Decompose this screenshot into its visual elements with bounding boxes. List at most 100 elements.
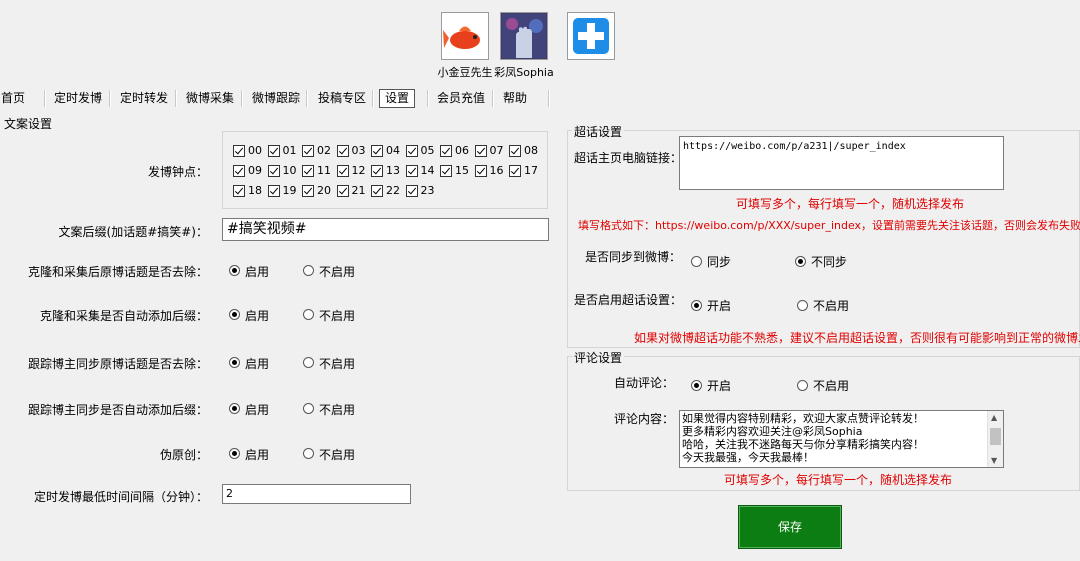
hour-label: 04 (386, 144, 400, 157)
nav-separator (306, 90, 308, 107)
chaohua-link-label: 超话主页电脑链接： (574, 151, 683, 165)
option-enable-label: 启用 (245, 357, 270, 371)
hour-checkbox[interactable] (267, 185, 280, 197)
hour-checkbox[interactable] (233, 165, 245, 177)
scroll-thumb[interactable] (990, 428, 1001, 445)
option-enable-radio[interactable] (229, 403, 240, 414)
option-label: 跟踪博主同步原博话题是否去除： (27, 357, 208, 371)
hour-checkbox[interactable] (233, 145, 245, 157)
hour-checkbox[interactable] (509, 145, 521, 157)
add-account-button[interactable] (551, 12, 631, 60)
interval-input[interactable]: 2 (222, 484, 411, 504)
option-enable-radio[interactable] (229, 309, 240, 320)
nav-recharge[interactable]: 会员充值 (437, 88, 485, 108)
plus-icon[interactable] (567, 12, 615, 60)
nav-separator (372, 90, 374, 107)
option-enable-radio[interactable] (229, 357, 240, 368)
nav-scheduled-repost[interactable]: 定时转发 (120, 88, 168, 108)
sync-radio[interactable] (691, 256, 702, 267)
hour-checkbox[interactable] (302, 145, 314, 157)
nav-submission[interactable]: 投稿专区 (318, 88, 366, 108)
hour-checkbox[interactable] (440, 165, 452, 177)
option-enable-label: 启用 (245, 448, 270, 462)
option-disable-radio[interactable] (303, 309, 314, 320)
hour-checkbox[interactable] (371, 165, 383, 177)
hour-checkbox[interactable] (405, 185, 418, 197)
nav-help[interactable]: 帮助 (503, 88, 527, 108)
goldfish-avatar[interactable] (441, 12, 489, 60)
chaohua-warning: 如果对微博超话功能不熟悉，建议不启用超话设置，否则很有可能影响到正常的微博发布！ (634, 331, 1080, 345)
enable-chaohua-on-radio[interactable] (691, 300, 702, 311)
hour-label: 07 (489, 144, 504, 157)
scroll-up-icon[interactable]: ▲ (991, 413, 997, 422)
hour-checkbox[interactable] (302, 165, 314, 177)
hour-label: 10 (282, 164, 297, 177)
option-enable-label: 启用 (245, 265, 270, 279)
option-label: 克隆和采集是否自动添加后缀： (39, 309, 208, 323)
hour-checkbox[interactable] (233, 185, 245, 197)
hour-label: 01 (282, 144, 297, 157)
option-enable-radio[interactable] (229, 265, 240, 276)
comment-scrollbar[interactable]: ▲ ▼ (987, 411, 1003, 467)
option-disable-radio[interactable] (303, 265, 314, 276)
option-disable-radio[interactable] (303, 403, 314, 414)
comment-content-textarea[interactable]: 如果觉得内容特别精彩，欢迎大家点赞评论转发！ 更多精彩内容欢迎关注@彩凤Soph… (679, 410, 1004, 468)
hour-checkbox[interactable] (336, 145, 349, 157)
nav-settings[interactable]: 设置 (379, 89, 416, 108)
hour-checkbox[interactable] (474, 165, 487, 177)
hour-checkbox[interactable] (474, 145, 487, 157)
hour-checkbox[interactable] (371, 145, 383, 157)
option-enable-radio[interactable] (229, 448, 240, 459)
chaohua-hint-format: 填写格式如下：https://weibo.com/p/XXX/super_ind… (578, 219, 1080, 232)
nav-home[interactable]: 首页 (1, 88, 25, 108)
hour-checkbox[interactable] (336, 165, 349, 177)
suffix-input[interactable]: #搞笑视频# (222, 218, 549, 241)
hour-checkbox[interactable] (405, 165, 418, 177)
hour-label: 18 (248, 184, 262, 197)
hand-avatar[interactable] (500, 12, 548, 60)
hour-label: 15 (455, 164, 469, 177)
hour-checkbox[interactable] (371, 185, 383, 197)
auto-comment-on-radio[interactable] (691, 380, 702, 391)
chaohua-link-textarea[interactable]: https://weibo.com/p/a231|/super_index (679, 136, 1004, 190)
comment-line: 如果觉得内容特别精彩，欢迎大家点赞评论转发！ (682, 412, 924, 425)
hours-label: 发博钟点： (147, 165, 208, 179)
chaohua-hint-multi: 可填写多个，每行填写一个，随机选择发布 (736, 197, 965, 211)
hour-label: 11 (317, 164, 331, 177)
option-disable-radio[interactable] (303, 357, 314, 368)
nav-scheduled-post[interactable]: 定时发博 (54, 88, 102, 108)
enable-chaohua-on-label: 开启 (707, 299, 732, 313)
hour-label: 02 (317, 144, 331, 157)
hour-checkbox[interactable] (267, 165, 280, 177)
hour-label: 13 (386, 164, 400, 177)
enable-chaohua-off-radio[interactable] (797, 300, 808, 311)
hour-checkbox[interactable] (336, 185, 349, 197)
goldfish-icon (443, 14, 487, 58)
nav-weibo-track[interactable]: 微博跟踪 (252, 88, 300, 108)
suffix-label: 文案后缀(加话题#搞笑#)： (58, 225, 208, 239)
comment-settings-title: 评论设置 (572, 349, 625, 366)
hour-label: 09 (248, 164, 262, 177)
enable-chaohua-off-label: 不启用 (813, 299, 850, 313)
hour-label: 22 (386, 184, 400, 197)
hour-checkbox[interactable] (509, 165, 521, 177)
hour-checkbox[interactable] (405, 145, 418, 157)
hours-checkbox-group: 00 01 02 03 04 05 06 07 08 09 10 11 12 13 14 15 16 17 18 19… (222, 131, 548, 209)
auto-comment-off-radio[interactable] (797, 380, 808, 391)
hour-label: 23 (420, 184, 435, 197)
hour-checkbox[interactable] (440, 145, 452, 157)
hour-label: 05 (420, 144, 435, 157)
hour-label: 19 (282, 184, 297, 197)
nav-separator (241, 90, 243, 107)
option-disable-radio[interactable] (303, 448, 314, 459)
scroll-down-icon[interactable]: ▼ (991, 456, 997, 465)
comment-line: 更多精彩内容欢迎关注@彩凤Sophia (682, 425, 863, 438)
hour-checkbox[interactable] (302, 185, 314, 197)
save-button[interactable]: 保存 (738, 505, 842, 549)
no-sync-radio[interactable] (795, 256, 806, 267)
option-disable-label: 不启用 (319, 265, 356, 279)
hour-checkbox[interactable] (267, 145, 280, 157)
auto-comment-label: 自动评论： (614, 376, 675, 390)
option-label: 伪原创： (159, 448, 208, 462)
nav-weibo-collect[interactable]: 微博采集 (186, 88, 234, 108)
